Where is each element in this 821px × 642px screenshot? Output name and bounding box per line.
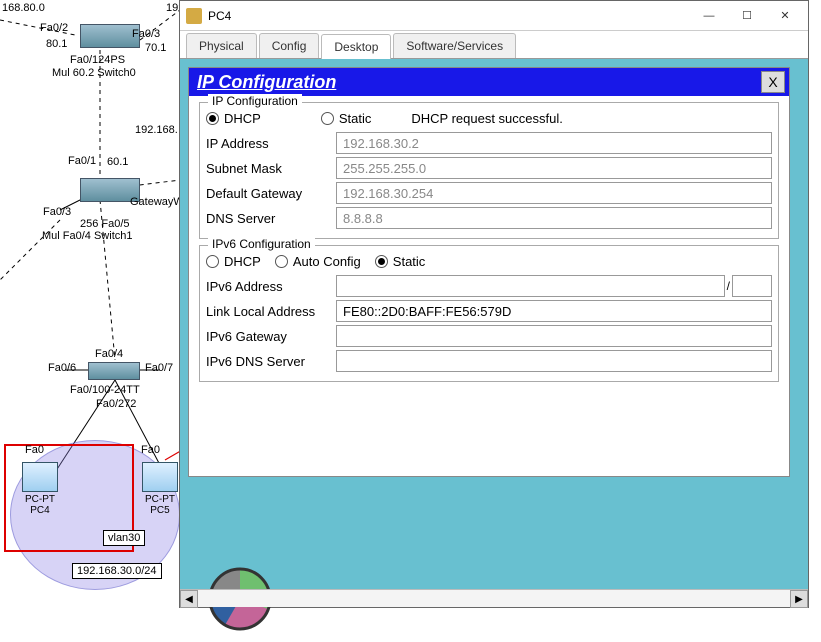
subnet-label: 168.80.0 [2,2,45,14]
ipcfg-close-button[interactable]: X [761,71,785,93]
device-label: Mul Fa0/4 Switch1 [42,230,132,242]
pc4-window: PC4 — ☐ ✕ Physical Config Desktop Softwa… [179,0,809,608]
input-link-local[interactable] [336,300,772,322]
ipcfg-titlebar[interactable]: IP Configuration X [189,68,789,96]
device-label: Fa0/124PS [70,54,125,66]
port-label: Fa0/4 [95,348,123,360]
ipv4-fieldset: IP Configuration DHCP Static DHCP reques… [199,102,779,239]
vlan-label: vlan30 [103,530,145,546]
label-ipv6-gateway: IPv6 Gateway [206,329,336,344]
port-label: Fa0/2 [40,22,68,34]
label-link-local: Link Local Address [206,304,336,319]
device-label: GatewayW [130,196,184,208]
radio-ipv6-auto[interactable]: Auto Config [275,254,361,269]
close-button[interactable]: ✕ [766,4,804,28]
label-ipv6-address: IPv6 Address [206,279,336,294]
input-ipv6-dns[interactable] [336,350,772,372]
input-subnet-mask[interactable] [336,157,772,179]
radio-ipv6-static[interactable]: Static [375,254,426,269]
desktop-area: IP Configuration X IP Configuration DHCP… [180,59,808,607]
pc-icon[interactable]: PC-PT PC5 [142,462,178,516]
label-dns-server: DNS Server [206,211,336,226]
radio-ipv6-static-label: Static [393,254,426,269]
app-icon [186,8,202,24]
ipv6-slash: / [725,279,732,293]
window-title: PC4 [208,9,231,23]
radio-static-label: Static [339,111,372,126]
tab-desktop[interactable]: Desktop [321,34,391,59]
maximize-button[interactable]: ☐ [728,4,766,28]
port-label: Fa0/1 [68,155,96,167]
pc-caption: PC-PT [22,494,58,505]
tab-software-services[interactable]: Software/Services [393,33,516,58]
port-label: 60.1 [107,156,128,168]
pc-caption: PC-PT [142,494,178,505]
ipcfg-title: IP Configuration [197,72,336,93]
radio-static[interactable]: Static [321,111,372,126]
radio-ipv6-auto-label: Auto Config [293,254,361,269]
scroll-left-button[interactable]: ◀ [180,590,198,608]
label-ipv6-dns: IPv6 DNS Server [206,354,336,369]
port-label: Fa0/3 [43,206,71,218]
input-default-gateway[interactable] [336,182,772,204]
subnet-label: 192.168.30.0/24 [72,563,162,579]
scroll-right-button[interactable]: ▶ [790,590,808,608]
radio-ipv6-dhcp[interactable]: DHCP [206,254,261,269]
port-label: Fa0/7 [145,362,173,374]
label-default-gateway: Default Gateway [206,186,336,201]
subnet-label: 192.168. [135,124,178,136]
port-label: Fa0/6 [48,362,76,374]
minimize-button[interactable]: — [690,4,728,28]
label-ip-address: IP Address [206,136,336,151]
ipv6-fieldset: IPv6 Configuration DHCP Auto Config Stat… [199,245,779,382]
switch-icon[interactable] [88,362,140,380]
ipv4-legend: IP Configuration [208,94,302,108]
tab-physical[interactable]: Physical [186,33,257,58]
scroll-track[interactable] [198,590,790,607]
port-label: 70.1 [145,42,166,54]
pc-caption: PC5 [142,505,178,516]
pc-icon[interactable]: PC-PT PC4 [22,462,58,516]
radio-dhcp[interactable]: DHCP [206,111,261,126]
horizontal-scrollbar[interactable]: ◀ ▶ [180,589,808,607]
device-label: Fa0/100-24TT [70,384,140,396]
label-subnet-mask: Subnet Mask [206,161,336,176]
input-ipv6-gateway[interactable] [336,325,772,347]
tab-config[interactable]: Config [259,33,320,58]
titlebar[interactable]: PC4 — ☐ ✕ [180,1,808,31]
ip-configuration-panel: IP Configuration X IP Configuration DHCP… [188,67,790,477]
radio-dhcp-label: DHCP [224,111,261,126]
port-label: Fa0/3 [132,28,160,40]
device-label: Mul 60.2 Switch0 [52,67,136,79]
ipv6-legend: IPv6 Configuration [208,237,315,251]
switch-icon[interactable] [80,24,140,48]
port-label: 80.1 [46,38,67,50]
input-ipv6-address[interactable] [336,275,725,297]
dhcp-status: DHCP request successful. [411,111,563,126]
input-dns-server[interactable] [336,207,772,229]
radio-ipv6-dhcp-label: DHCP [224,254,261,269]
port-label: Fa0 [25,444,44,456]
device-label: Fa0/272 [96,398,136,410]
tabbar: Physical Config Desktop Software/Service… [180,31,808,59]
pc-caption: PC4 [22,505,58,516]
input-ipv6-prefix[interactable] [732,275,772,297]
input-ip-address[interactable] [336,132,772,154]
port-label: 256 Fa0/5 [80,218,130,230]
port-label: Fa0 [141,444,160,456]
